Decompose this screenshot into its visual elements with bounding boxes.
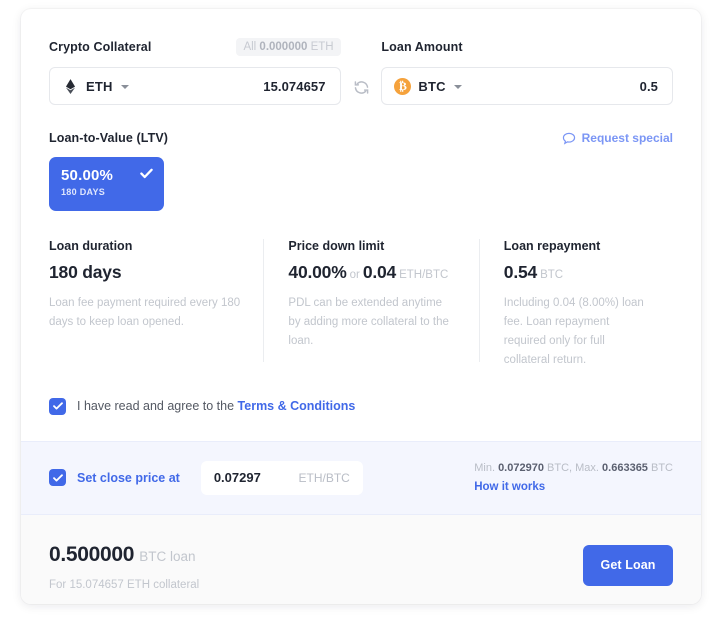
get-loan-button[interactable]: Get Loan: [583, 544, 673, 586]
check-icon: [140, 166, 153, 179]
price-down-limit-desc: PDL can be extended anytime by adding mo…: [288, 297, 449, 347]
chevron-down-icon: [453, 85, 462, 89]
loan-duration-desc: Loan fee payment required every 180 days…: [49, 297, 241, 328]
close-price-input[interactable]: 0.07297 ETH/BTC: [200, 460, 363, 495]
collateral-amount-value[interactable]: 15.074657: [263, 79, 325, 94]
eth-diamond-icon: [62, 78, 79, 95]
request-special-label: Request special: [581, 131, 673, 145]
loan-token-select[interactable]: ₿ BTC: [394, 77, 462, 95]
pdl-unit: ETH/BTC: [399, 269, 449, 281]
price-down-limit-title: Price down limit: [288, 239, 385, 253]
total-unit: BTC loan: [139, 548, 196, 564]
close-price-control: Set close price at 0.07297 ETH/BTC: [49, 460, 363, 495]
pdl-rate: 0.04: [362, 262, 397, 282]
loan-amount-header: Loan Amount: [381, 37, 673, 57]
loan-repayment-title: Loan repayment: [503, 239, 601, 253]
all-prefix: All: [243, 41, 257, 53]
collateral-balance-badge[interactable]: All 0.000000 ETH: [236, 38, 341, 56]
loan-duration-title: Loan duration: [49, 239, 133, 253]
loan-card: Crypto Collateral All 0.000000 ETH ETH 1…: [21, 9, 701, 604]
min-value: 0.072970: [498, 462, 544, 475]
loan-repayment-column: Loan repayment 0.54 BTC Including 0.04 (8…: [478, 239, 673, 370]
loan-summary-columns: Loan duration 180 days Loan fee payment …: [49, 239, 673, 370]
repayment-number: 0.54: [503, 262, 538, 282]
max-unit: BTC: [651, 462, 673, 475]
loan-repayment-desc: Including 0.04 (8.00%) loan fee. Loan re…: [503, 297, 644, 366]
ltv-label: Loan-to-Value (LTV): [49, 131, 169, 145]
terms-checkbox[interactable]: [49, 397, 66, 415]
terms-row: I have read and agree to the Terms & Con…: [49, 397, 673, 441]
collateral-input[interactable]: ETH 15.074657: [49, 67, 341, 105]
all-amount: 0.000000: [259, 41, 308, 53]
total-number: 0.500000: [49, 542, 135, 566]
collateral-token-select[interactable]: ETH: [62, 78, 129, 95]
collateral-summary: For 15.074657 ETH collateral: [49, 578, 200, 591]
close-price-label: Set close price at: [77, 470, 180, 485]
collateral-group: Crypto Collateral All 0.000000 ETH ETH 1…: [49, 37, 341, 105]
collateral-header: Crypto Collateral All 0.000000 ETH: [49, 37, 341, 57]
price-down-limit-value: 40.00% or 0.04 ETH/BTC: [288, 262, 456, 283]
close-price-value[interactable]: 0.07297: [214, 470, 261, 485]
close-price-checkbox[interactable]: [49, 469, 66, 487]
loan-duration-value: 180 days: [49, 262, 241, 283]
loan-calculator-page: Crypto Collateral All 0.000000 ETH ETH 1…: [0, 0, 723, 625]
max-value: 0.663365: [602, 462, 648, 475]
loan-repayment-value: 0.54 BTC: [504, 262, 651, 283]
collateral-token-symbol: ETH: [86, 78, 113, 94]
collateral-label: Crypto Collateral: [49, 40, 152, 54]
ltv-option-selected[interactable]: 50.00% 180 DAYS: [49, 157, 164, 211]
how-it-works-link[interactable]: How it works: [474, 481, 673, 493]
card-upper-section: Crypto Collateral All 0.000000 ETH ETH 1…: [21, 9, 701, 441]
loan-duration-number: 180 days: [49, 262, 122, 282]
loan-amount-input[interactable]: ₿ BTC 0.5: [381, 67, 674, 105]
loan-duration-column: Loan duration 180 days Loan fee payment …: [49, 239, 263, 370]
max-prefix: Max.: [575, 462, 599, 475]
footer-summary: 0.500000 BTC loan For 15.074657 ETH colla…: [49, 543, 199, 591]
ltv-header: Loan-to-Value (LTV) Request special: [49, 131, 673, 145]
swap-refresh-icon[interactable]: [353, 79, 370, 96]
price-down-limit-column: Price down limit 40.00% or 0.04 ETH/BTC PDL…: [263, 239, 478, 370]
close-price-unit: ETH/BTC: [298, 470, 350, 485]
loan-amount-value[interactable]: 0.5: [640, 79, 658, 94]
amounts-row: Crypto Collateral All 0.000000 ETH ETH 1…: [49, 37, 674, 105]
ltv-percent: 50.00%: [61, 167, 114, 184]
ltv-term: 180 DAYS: [61, 187, 106, 197]
speech-bubble-icon: [562, 132, 576, 145]
terms-text: I have read and agree to the Terms & Con…: [77, 399, 355, 413]
swap-column: [341, 79, 382, 105]
min-prefix: Min.: [474, 462, 495, 475]
loan-amount-group: Loan Amount ₿ BTC 0.5: [381, 37, 674, 105]
repayment-unit: BTC: [540, 269, 564, 281]
min-max-text: Min. 0.072970 BTC, Max. 0.663365 BTC: [474, 462, 673, 474]
terms-link[interactable]: Terms & Conditions: [238, 399, 356, 413]
loan-token-symbol: BTC: [418, 78, 446, 94]
terms-prefix: I have read and agree to the: [77, 399, 238, 414]
close-price-limits: Min. 0.072970 BTC, Max. 0.663365 BTC How…: [474, 462, 673, 493]
min-unit: BTC,: [547, 462, 573, 475]
total-loan-amount: 0.500000 BTC loan: [49, 543, 199, 567]
chevron-down-icon: [120, 85, 129, 89]
close-price-band: Set close price at 0.07297 ETH/BTC Min. …: [21, 440, 701, 515]
pdl-or: or: [349, 269, 360, 281]
all-unit: ETH: [310, 41, 334, 53]
card-footer: 0.500000 BTC loan For 15.074657 ETH colla…: [21, 514, 701, 604]
btc-circle-icon: ₿: [394, 77, 412, 95]
request-special-link[interactable]: Request special: [562, 131, 673, 145]
pdl-percent: 40.00%: [288, 262, 347, 282]
loan-amount-label: Loan Amount: [381, 40, 463, 54]
